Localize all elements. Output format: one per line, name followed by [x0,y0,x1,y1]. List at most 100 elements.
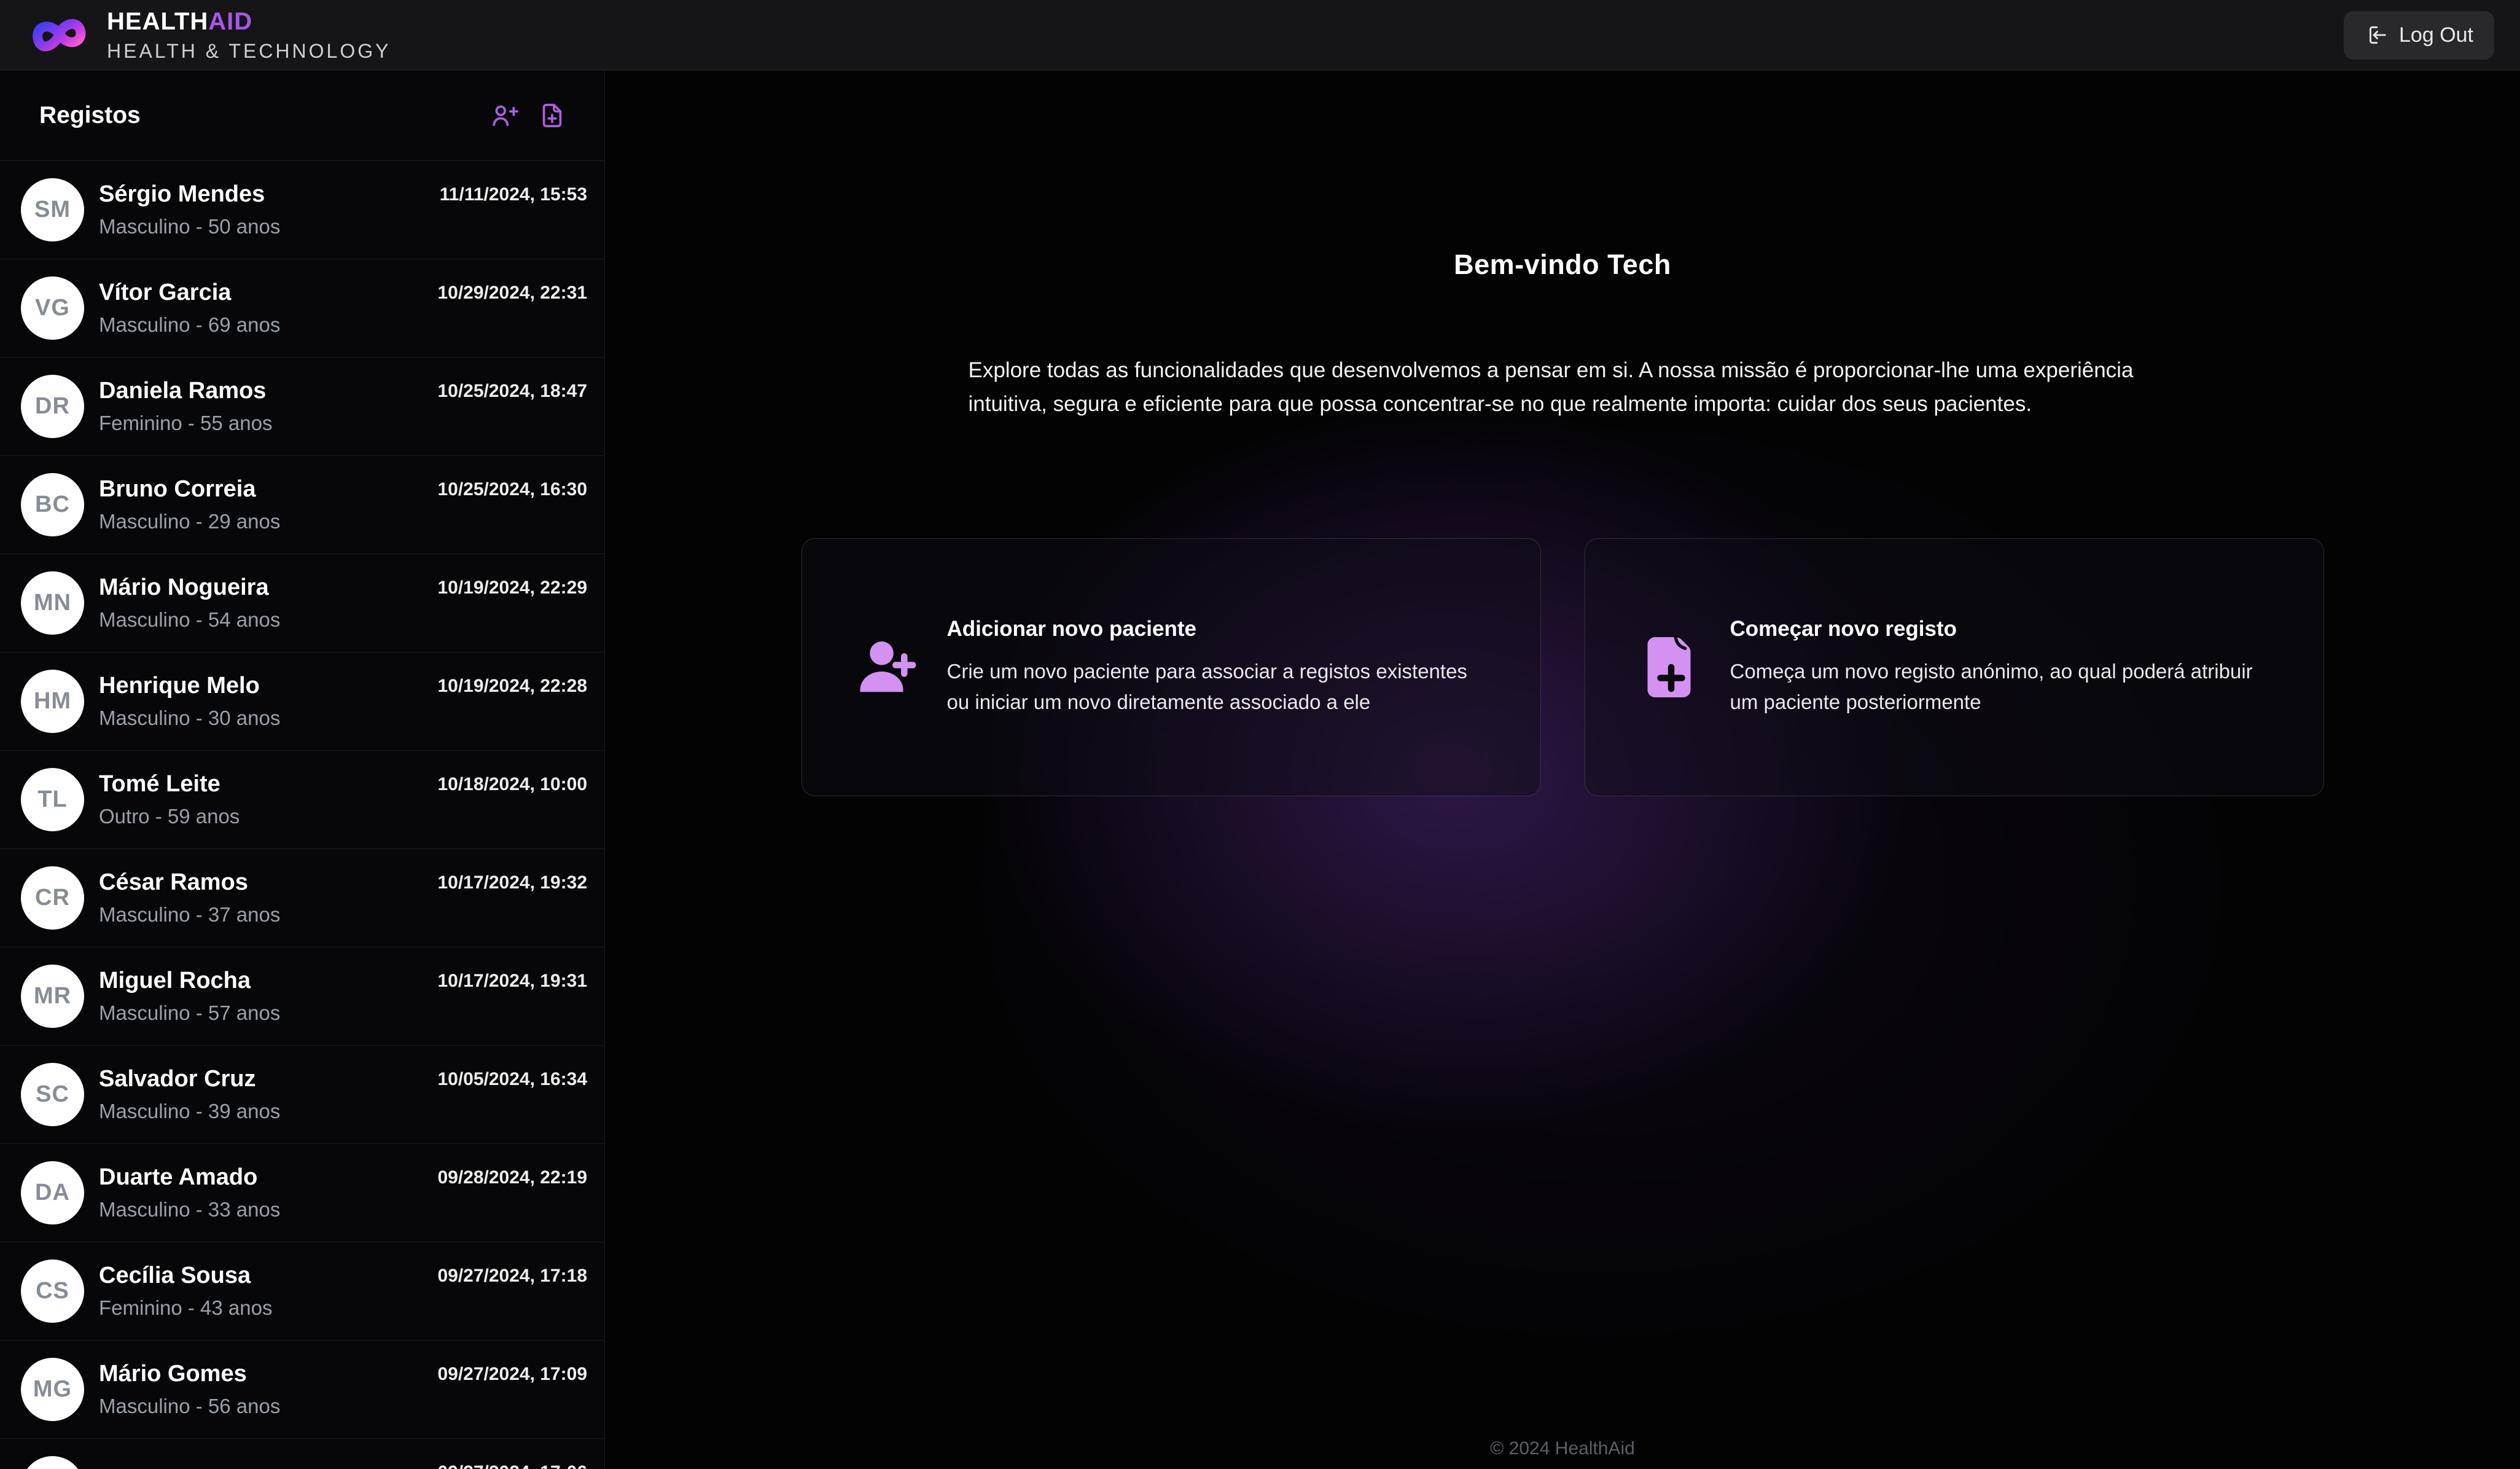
patient-list-item[interactable]: LN Lourenço Neves 09/27/2024, 17:06 [0,1439,604,1469]
patient-meta: Masculino - 69 anos [99,313,280,337]
file-plus-icon [1637,633,1706,702]
patient-avatar: MR [21,965,84,1028]
infinity-logo-icon [18,4,93,66]
brand-title-accent: AID [208,8,252,35]
user-plus-icon [854,633,923,702]
patient-timestamp: 10/19/2024, 22:29 [437,578,587,598]
avatar-initials: DR [35,393,70,420]
patient-meta: Masculino - 37 anos [99,903,280,926]
patient-info: Daniela Ramos Feminino - 55 anos [99,378,272,435]
patient-list-item[interactable]: MN Mário Nogueira Masculino - 54 anos 10… [0,554,604,652]
avatar-initials: MN [34,590,71,616]
patient-list-item[interactable]: HM Henrique Melo Masculino - 30 anos 10/… [0,652,604,751]
patient-list-item[interactable]: TL Tomé Leite Outro - 59 anos 10/18/2024… [0,751,604,849]
card-description: Começa um novo registo anónimo, ao qual … [1730,656,2271,717]
patient-name: Miguel Rocha [99,968,280,994]
patient-avatar: VG [21,276,84,340]
avatar-initials: CR [35,885,70,911]
patient-list-item[interactable]: DR Daniela Ramos Feminino - 55 anos 10/2… [0,358,604,456]
patient-meta: Masculino - 56 anos [99,1395,280,1418]
patient-info: Mário Nogueira Masculino - 54 anos [99,574,280,632]
add-patient-button[interactable] [490,101,518,130]
patient-info: Vítor Garcia Masculino - 69 anos [99,280,280,337]
action-cards: Adicionar novo paciente Crie um novo pac… [605,538,2520,796]
patient-list-item[interactable]: SC Salvador Cruz Masculino - 39 anos 10/… [0,1046,604,1144]
footer-copyright: © 2024 HealthAid [605,1438,2520,1459]
sidebar-title: Registos [39,102,141,129]
patient-meta: Feminino - 55 anos [99,412,272,435]
patient-list-item[interactable]: BC Bruno Correia Masculino - 29 anos 10/… [0,456,604,554]
avatar-initials: MR [34,983,71,1009]
new-record-button[interactable] [538,101,566,130]
patient-timestamp: 10/17/2024, 19:32 [437,872,587,893]
avatar-initials: MG [33,1376,72,1403]
patient-name: Daniela Ramos [99,378,272,404]
patient-name: Cecília Sousa [99,1263,272,1289]
new-record-card[interactable]: Começar novo registo Começa um novo regi… [1585,538,2324,796]
patient-list-item[interactable]: VG Vítor Garcia Masculino - 69 anos 10/2… [0,259,604,358]
patient-meta: Outro - 59 anos [99,805,240,828]
card-text: Adicionar novo paciente Crie um novo pac… [947,617,1488,717]
card-text: Começar novo registo Começa um novo regi… [1730,617,2271,717]
patient-name: Salvador Cruz [99,1066,280,1092]
patient-avatar: HM [21,670,84,733]
patient-timestamp: 09/27/2024, 17:06 [437,1462,587,1469]
add-patient-card[interactable]: Adicionar novo paciente Crie um novo pac… [802,538,1541,796]
patient-name: Vítor Garcia [99,280,280,306]
logout-icon [2365,23,2388,47]
patient-name: Bruno Correia [99,476,280,503]
patient-avatar: DR [21,375,84,438]
sidebar-actions [490,101,566,130]
patient-timestamp: 09/28/2024, 22:19 [437,1167,587,1188]
patient-meta: Masculino - 30 anos [99,707,280,730]
patient-meta: Feminino - 43 anos [99,1296,272,1320]
patient-name: César Ramos [99,869,280,896]
patient-avatar: CS [21,1259,84,1323]
patient-avatar: SC [21,1063,84,1126]
patient-avatar: CR [21,866,84,930]
patient-info: Mário Gomes Masculino - 56 anos [99,1361,280,1418]
card-description: Crie um novo paciente para associar a re… [947,656,1488,717]
patient-list-item[interactable]: DA Duarte Amado Masculino - 33 anos 09/2… [0,1144,604,1242]
patient-avatar: DA [21,1161,84,1224]
card-title: Começar novo registo [1730,617,2271,641]
patient-info: Salvador Cruz Masculino - 39 anos [99,1066,280,1123]
patient-list-item[interactable]: MR Miguel Rocha Masculino - 57 anos 10/1… [0,947,604,1046]
patient-avatar: TL [21,768,84,831]
patient-list-item[interactable]: CR César Ramos Masculino - 37 anos 10/17… [0,849,604,947]
app-root: HEALTHAID HEALTH & TECHNOLOGY Log Out Re… [0,0,2520,1469]
welcome-text: Explore todas as funcionalidades que des… [969,353,2157,421]
patient-avatar: LN [21,1456,84,1469]
patient-timestamp: 09/27/2024, 17:18 [437,1266,587,1287]
sidebar-header: Registos [0,71,604,161]
patient-timestamp: 10/19/2024, 22:28 [437,676,587,697]
patient-list-item[interactable]: CS Cecília Sousa Feminino - 43 anos 09/2… [0,1242,604,1341]
avatar-initials: SM [34,197,71,223]
card-title: Adicionar novo paciente [947,617,1488,641]
patient-info: Bruno Correia Masculino - 29 anos [99,476,280,533]
avatar-initials: TL [37,786,67,813]
patient-name: Duarte Amado [99,1164,280,1191]
avatar-initials: HM [34,688,71,715]
avatar-initials: DA [35,1180,70,1206]
patient-name: Mário Nogueira [99,574,280,601]
patient-meta: Masculino - 50 anos [99,215,280,238]
brand-title: HEALTHAID [107,8,391,35]
patient-meta: Masculino - 54 anos [99,608,280,632]
patient-info: Tomé Leite Outro - 59 anos [99,771,240,828]
patient-list-item[interactable]: MG Mário Gomes Masculino - 56 anos 09/27… [0,1341,604,1439]
patient-name: Henrique Melo [99,673,280,699]
patient-meta: Masculino - 39 anos [99,1100,280,1123]
patient-info: Henrique Melo Masculino - 30 anos [99,673,280,730]
logout-button[interactable]: Log Out [2344,11,2494,60]
patient-name: Tomé Leite [99,771,240,797]
avatar-initials: BC [35,492,70,518]
patient-avatar: BC [21,473,84,536]
patient-timestamp: 10/17/2024, 19:31 [437,971,587,992]
patient-list-item[interactable]: SM Sérgio Mendes Masculino - 50 anos 11/… [0,161,604,259]
patient-timestamp: 10/18/2024, 10:00 [437,774,587,795]
patient-timestamp: 10/05/2024, 16:34 [437,1069,587,1090]
avatar-initials: VG [35,295,70,321]
patient-name: Mário Gomes [99,1361,280,1387]
patient-timestamp: 11/11/2024, 15:53 [440,184,587,205]
